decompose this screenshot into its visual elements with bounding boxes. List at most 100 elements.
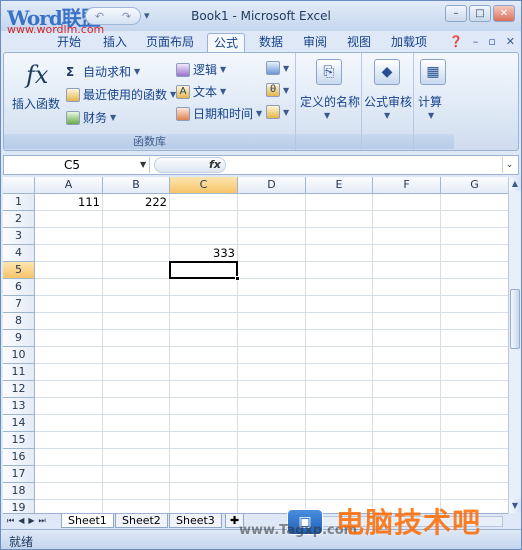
magnifier-icon — [266, 61, 280, 75]
tab-review[interactable]: 审阅 — [299, 33, 331, 53]
calculation-button[interactable]: 计算 — [418, 93, 442, 110]
watermark-brand: 电脑技术吧 — [336, 506, 482, 539]
row-header-17[interactable]: 17 — [3, 466, 35, 483]
row-header-12[interactable]: 12 — [3, 381, 35, 398]
theta-icon: θ — [266, 83, 280, 97]
tab-view[interactable]: 视图 — [343, 33, 375, 53]
row-header-7[interactable]: 7 — [3, 296, 35, 313]
sheet-tab-sheet2[interactable]: Sheet2 — [115, 514, 168, 528]
window-title: Book1 - Microsoft Excel — [191, 9, 331, 23]
close-button[interactable]: ✕ — [493, 5, 515, 22]
tab-formulas[interactable]: 公式 — [207, 33, 245, 53]
row-header-13[interactable]: 13 — [3, 398, 35, 415]
gridline — [35, 482, 508, 483]
row-header-14[interactable]: 14 — [3, 415, 35, 432]
row-header-10[interactable]: 10 — [3, 347, 35, 364]
name-manager-icon[interactable]: ⎘ — [316, 59, 342, 85]
row-header-3[interactable]: 3 — [3, 228, 35, 245]
worksheet-grid[interactable]: A B C D E F G 1 2 3 4 5 6 7 8 9 10 11 12 13 14 15 16 17 18 19 111 2… — [3, 177, 508, 513]
row-header-4[interactable]: 4 — [3, 245, 35, 262]
chevron-down-icon[interactable]: ▼ — [428, 111, 434, 120]
column-header-a[interactable]: A — [35, 177, 103, 194]
select-all-button[interactable] — [3, 177, 35, 194]
math-button[interactable]: θ ▼ — [266, 83, 289, 97]
recent-functions-button[interactable]: 最近使用的函数 ▼ — [66, 86, 176, 103]
cell-c4[interactable]: 333 — [170, 245, 238, 262]
formula-input[interactable] — [230, 157, 500, 173]
chevron-down-icon[interactable]: ▼ — [324, 111, 330, 120]
sheet-tab-sheet1[interactable]: Sheet1 — [61, 514, 114, 528]
row-header-2[interactable]: 2 — [3, 211, 35, 228]
maximize-button[interactable]: □ — [469, 5, 491, 22]
text-icon: A — [176, 84, 190, 99]
row-header-8[interactable]: 8 — [3, 313, 35, 330]
tab-data[interactable]: 数据 — [255, 33, 287, 53]
column-header-e[interactable]: E — [306, 177, 373, 194]
chevron-down-icon: ▼ — [134, 67, 141, 76]
formula-bar: C5 ▼ fx ⌄ — [3, 155, 519, 175]
insert-function-fx-button[interactable]: fx — [209, 157, 221, 173]
gridline — [35, 414, 508, 415]
scroll-up-icon[interactable]: ▲ — [509, 177, 521, 191]
row-header-11[interactable]: 11 — [3, 364, 35, 381]
column-header-d[interactable]: D — [238, 177, 306, 194]
column-header-f[interactable]: F — [373, 177, 441, 194]
row-header-9[interactable]: 9 — [3, 330, 35, 347]
minimize-button[interactable]: – — [445, 5, 467, 22]
sheet-nav-arrows[interactable]: ⏮◀▶⏭ — [7, 514, 50, 528]
defined-names-button[interactable]: 定义的名称 — [300, 93, 360, 110]
scroll-thumb[interactable] — [510, 289, 520, 349]
active-cell-c5[interactable] — [169, 261, 238, 279]
gridline — [35, 397, 508, 398]
group-defined-names: ⎘ 定义的名称 ▼ — [296, 53, 362, 150]
tab-add-ins[interactable]: 加载项 — [387, 33, 431, 53]
name-box-dropdown-icon[interactable]: ▼ — [140, 157, 146, 173]
tab-page-layout[interactable]: 页面布局 — [143, 33, 197, 53]
vertical-scrollbar[interactable]: ▲ ▼ — [508, 177, 521, 513]
sheet-tab-sheet3[interactable]: Sheet3 — [169, 514, 222, 528]
expand-formula-bar-icon[interactable]: ⌄ — [502, 157, 516, 173]
formula-auditing-button[interactable]: 公式审核 — [364, 93, 412, 110]
ribbon-restore-icon[interactable]: ▫ — [488, 35, 495, 48]
lookup-button[interactable]: ▼ — [266, 61, 289, 75]
fill-handle[interactable] — [235, 276, 240, 281]
logical-button[interactable]: 逻辑 ▼ — [176, 61, 226, 78]
name-box[interactable]: C5 — [8, 157, 150, 173]
financial-button[interactable]: 财务 ▼ — [66, 109, 116, 126]
column-header-b[interactable]: B — [103, 177, 170, 194]
chevron-down-icon: ▼ — [283, 63, 290, 73]
gridline — [35, 448, 508, 449]
star-icon — [66, 87, 80, 102]
row-header-19[interactable]: 19 — [3, 500, 35, 513]
autosum-button[interactable]: Σ 自动求和 ▼ — [66, 63, 140, 80]
insert-function-button[interactable]: 插入函数 — [12, 95, 60, 112]
datetime-button[interactable]: 日期和时间 ▼ — [176, 105, 262, 122]
column-header-g[interactable]: G — [441, 177, 508, 194]
tab-home[interactable]: 开始 — [51, 33, 87, 53]
cell-b1[interactable]: 222 — [103, 194, 170, 211]
tab-insert[interactable]: 插入 — [97, 33, 133, 53]
row-header-1[interactable]: 1 — [3, 194, 35, 211]
row-header-6[interactable]: 6 — [3, 279, 35, 296]
ribbon-close-icon[interactable]: ✕ — [506, 35, 515, 48]
row-header-15[interactable]: 15 — [3, 432, 35, 449]
group-formula-auditing: ◆ 公式审核 ▼ — [362, 53, 414, 150]
help-icon[interactable]: ❓ — [449, 35, 463, 48]
autosum-label: 自动求和 — [83, 65, 132, 79]
cell-a1[interactable]: 111 — [35, 194, 103, 211]
row-header-16[interactable]: 16 — [3, 449, 35, 466]
row-header-5[interactable]: 5 — [3, 262, 35, 279]
ribbon-tab-bar: 开始 插入 页面布局 公式 数据 审阅 视图 加载项 ❓ – ▫ ✕ — [1, 31, 521, 53]
insert-function-icon[interactable]: fx — [26, 61, 48, 89]
column-header-c[interactable]: C — [170, 177, 238, 194]
auditing-icon[interactable]: ◆ — [374, 59, 400, 85]
datetime-label: 日期和时间 — [193, 107, 254, 121]
text-button[interactable]: A 文本 ▼ — [176, 83, 226, 100]
calculator-icon[interactable]: ▦ — [420, 59, 446, 85]
ribbon-minimize-icon[interactable]: – — [473, 35, 479, 48]
gridline — [35, 499, 508, 500]
chevron-down-icon[interactable]: ▼ — [384, 111, 390, 120]
more-functions-button[interactable]: ▼ — [266, 105, 289, 119]
row-header-18[interactable]: 18 — [3, 483, 35, 500]
scroll-down-icon[interactable]: ▼ — [509, 499, 521, 513]
